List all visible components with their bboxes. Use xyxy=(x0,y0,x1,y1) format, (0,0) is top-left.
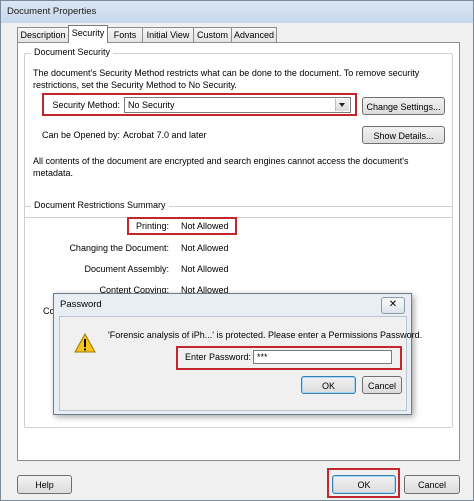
show-details-button[interactable]: Show Details... xyxy=(362,126,445,144)
ok-button[interactable]: OK xyxy=(332,475,396,494)
tab-fonts[interactable]: Fonts xyxy=(107,27,143,42)
password-message: 'Forensic analysis of iPh...' is protect… xyxy=(108,330,423,340)
restriction-label: Changing the Document: xyxy=(69,243,169,253)
document-security-title: Document Security xyxy=(31,47,114,57)
password-ok-button[interactable]: OK xyxy=(301,376,356,394)
close-icon[interactable]: ✕ xyxy=(381,297,405,314)
password-dialog-title: Password xyxy=(60,299,102,310)
restriction-value: Not Allowed xyxy=(181,243,229,253)
password-input[interactable]: *** xyxy=(253,350,392,364)
security-method-value: No Security xyxy=(128,100,175,110)
title-bar[interactable]: Document Properties xyxy=(1,1,473,23)
password-dialog-body: 'Forensic analysis of iPh...' is protect… xyxy=(59,316,422,411)
restriction-value: Not Allowed xyxy=(181,221,229,231)
cancel-button[interactable]: Cancel xyxy=(404,475,460,494)
restrictions-summary-title: Document Restrictions Summary xyxy=(31,200,169,210)
security-method-select[interactable]: No Security xyxy=(124,97,351,113)
opened-by-value: Acrobat 7.0 and later xyxy=(123,130,207,140)
tab-initial-view[interactable]: Initial View xyxy=(142,27,194,42)
tab-advanced[interactable]: Advanced xyxy=(231,27,277,42)
password-cancel-button[interactable]: Cancel xyxy=(362,376,402,394)
restriction-value: Not Allowed xyxy=(181,264,229,274)
window-title: Document Properties xyxy=(7,6,97,17)
document-properties-window: Document Properties Description Security… xyxy=(0,0,474,501)
tab-description[interactable]: Description xyxy=(17,27,69,42)
warning-icon xyxy=(74,333,96,353)
tab-custom[interactable]: Custom xyxy=(193,27,232,42)
security-method-label: Security Method: xyxy=(52,100,120,110)
restriction-label: Printing: xyxy=(135,221,169,231)
enter-password-label: Enter Password: xyxy=(185,352,252,362)
encryption-note: All contents of the document are encrypt… xyxy=(33,156,409,178)
tab-security[interactable]: Security xyxy=(68,25,108,43)
chevron-down-icon[interactable] xyxy=(335,99,349,111)
password-dialog: Password ✕ 'Forensic analysis of iPh...'… xyxy=(53,293,422,415)
change-settings-button[interactable]: Change Settings... xyxy=(362,97,445,115)
opened-by-label: Can be Opened by: xyxy=(42,130,121,140)
restriction-label: Document Assembly: xyxy=(84,264,169,274)
security-description: The document's Security Method restricts… xyxy=(33,68,420,90)
help-button[interactable]: Help xyxy=(17,475,72,494)
document-security-group: Document Security The document's Securit… xyxy=(24,47,453,218)
